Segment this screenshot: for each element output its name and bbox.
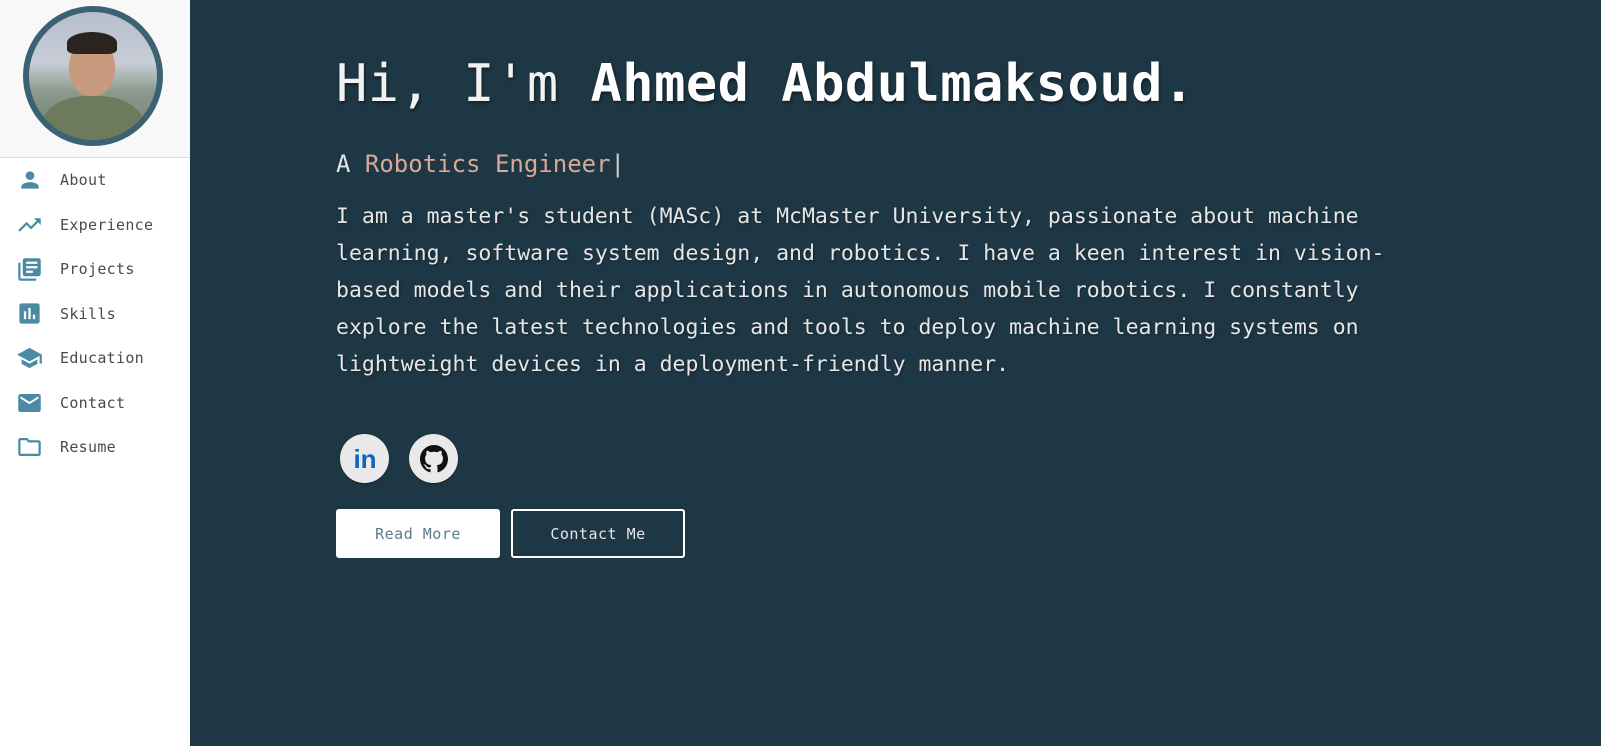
sidebar-item-label: Skills: [60, 304, 116, 323]
read-more-button[interactable]: Read More: [336, 509, 500, 558]
avatar-hair: [67, 32, 117, 54]
library-books-icon: [16, 256, 43, 283]
social-links: in: [340, 434, 458, 483]
sidebar-item-label: Experience: [60, 215, 154, 234]
avatar-container: [0, 0, 190, 158]
sidebar-item-resume[interactable]: Resume: [0, 425, 190, 470]
sidebar-item-label: Projects: [60, 260, 135, 279]
sidebar-item-label: About: [60, 171, 107, 190]
tagline-prefix: A: [336, 150, 365, 178]
tagline: A Robotics Engineer|: [336, 150, 625, 178]
avatar[interactable]: [23, 6, 163, 146]
mail-icon: [16, 389, 43, 416]
sidebar-item-label: Contact: [60, 393, 126, 412]
folder-icon: [16, 434, 43, 461]
sidebar-nav: About Experience Projects Skills Educati…: [0, 158, 190, 470]
sidebar: About Experience Projects Skills Educati…: [0, 0, 190, 746]
contact-me-button[interactable]: Contact Me: [511, 509, 685, 558]
trending-up-icon: [16, 211, 43, 238]
name-text: Ahmed Abdulmaksoud.: [590, 54, 1195, 114]
linkedin-link[interactable]: in: [340, 434, 389, 483]
bar-chart-icon: [16, 300, 43, 327]
sidebar-item-label: Education: [60, 349, 144, 368]
person-icon: [16, 167, 43, 194]
sidebar-item-projects[interactable]: Projects: [0, 247, 190, 292]
graduation-cap-icon: [16, 345, 43, 372]
sidebar-item-label: Resume: [60, 438, 116, 457]
greeting-text: Hi, I'm: [336, 54, 591, 114]
github-icon: [419, 444, 448, 472]
avatar-body: [43, 96, 143, 140]
linkedin-icon: in: [353, 444, 376, 474]
sidebar-item-about[interactable]: About: [0, 158, 190, 203]
bio-paragraph: I am a master's student (MASc) at McMast…: [336, 204, 1385, 377]
typing-cursor: |: [610, 150, 625, 178]
sidebar-item-skills[interactable]: Skills: [0, 292, 190, 337]
linkedin-logo-text: in: [353, 444, 376, 474]
sidebar-item-contact[interactable]: Contact: [0, 381, 190, 426]
sidebar-item-education[interactable]: Education: [0, 336, 190, 381]
hero-section: Hi, I'm Ahmed Abdulmaksoud. A Robotics E…: [190, 0, 1601, 746]
github-link[interactable]: [409, 434, 458, 483]
sidebar-item-experience[interactable]: Experience: [0, 203, 190, 248]
page-title: Hi, I'm Ahmed Abdulmaksoud.: [336, 54, 1195, 114]
tagline-role: Robotics Engineer: [364, 150, 611, 178]
